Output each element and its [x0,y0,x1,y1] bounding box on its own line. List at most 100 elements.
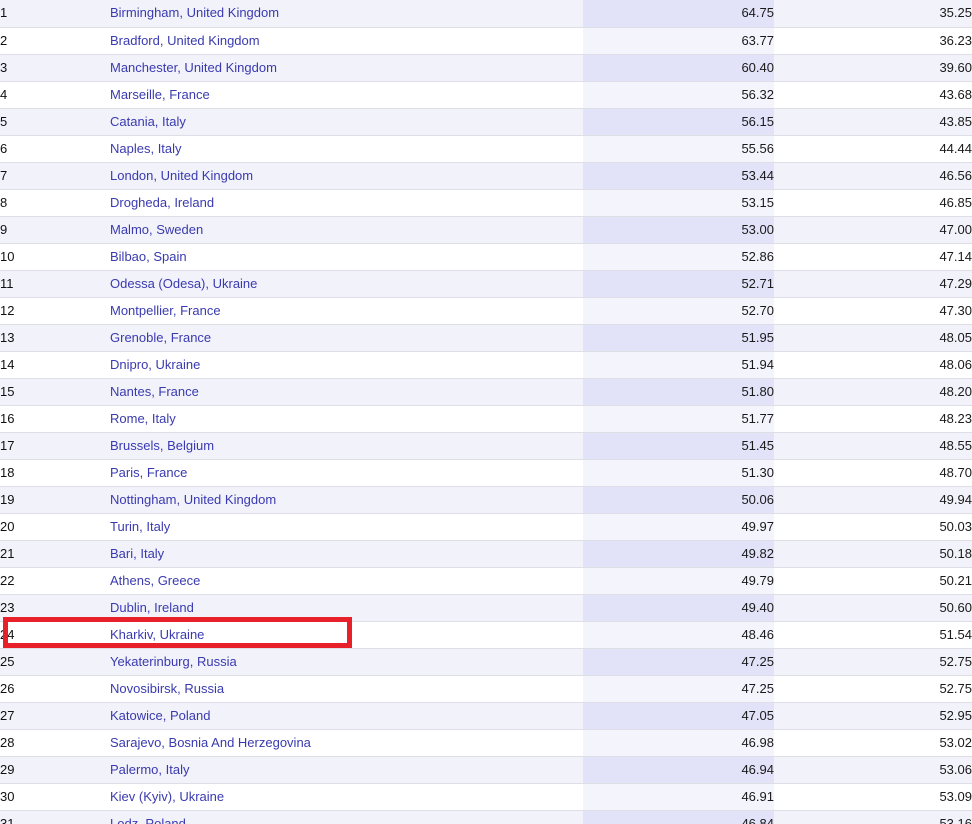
cell-rank: 26 [0,675,110,703]
cell-inverse-value: 48.20 [774,378,972,406]
city-link[interactable]: Palermo, Italy [110,762,189,777]
city-link[interactable]: Kharkiv, Ukraine [110,627,204,642]
city-link[interactable]: Yekaterinburg, Russia [110,654,237,669]
cell-inverse-value: 53.16 [774,810,972,824]
cell-rank: 15 [0,378,110,406]
cell-index-value: 53.00 [583,216,774,244]
cell-rank: 22 [0,567,110,595]
cell-inverse-value: 52.95 [774,702,972,730]
city-link[interactable]: Athens, Greece [110,573,200,588]
cell-rank: 14 [0,351,110,379]
cell-inverse-value: 48.70 [774,459,972,487]
cell-inverse-value: 35.25 [774,0,972,28]
cell-inverse-value: 52.75 [774,675,972,703]
city-link[interactable]: Sarajevo, Bosnia And Herzegovina [110,735,311,750]
table-row: 15 Nantes, France 51.80 48.20 [0,378,972,406]
cell-city: Athens, Greece [110,567,583,595]
cell-city: Novosibirsk, Russia [110,675,583,703]
table-row: 13 Grenoble, France 51.95 48.05 [0,324,972,352]
cell-city: Manchester, United Kingdom [110,54,583,82]
cell-inverse-value: 43.68 [774,81,972,109]
cell-city: Bari, Italy [110,540,583,568]
cell-rank: 8 [0,189,110,217]
cell-index-value: 52.86 [583,243,774,271]
cell-city: Bilbao, Spain [110,243,583,271]
city-link[interactable]: Rome, Italy [110,411,176,426]
city-link[interactable]: Brussels, Belgium [110,438,214,453]
city-link[interactable]: Dnipro, Ukraine [110,357,200,372]
city-link[interactable]: Lodz, Poland [110,816,186,824]
cell-rank: 3 [0,54,110,82]
city-link[interactable]: Katowice, Poland [110,708,210,723]
cell-city: Sarajevo, Bosnia And Herzegovina [110,729,583,757]
cell-city: Katowice, Poland [110,702,583,730]
cell-city: Malmo, Sweden [110,216,583,244]
cell-index-value: 51.95 [583,324,774,352]
city-link[interactable]: Montpellier, France [110,303,221,318]
table-row: 8 Drogheda, Ireland 53.15 46.85 [0,189,972,217]
cell-inverse-value: 47.30 [774,297,972,325]
table-row: 21 Bari, Italy 49.82 50.18 [0,540,972,568]
cell-index-value: 56.32 [583,81,774,109]
table-row: 19 Nottingham, United Kingdom 50.06 49.94 [0,486,972,514]
city-link[interactable]: Bradford, United Kingdom [110,33,260,48]
table-row: 26 Novosibirsk, Russia 47.25 52.75 [0,675,972,703]
city-link[interactable]: Manchester, United Kingdom [110,60,277,75]
table-row: 20 Turin, Italy 49.97 50.03 [0,513,972,541]
city-link[interactable]: Odessa (Odesa), Ukraine [110,276,257,291]
cell-rank: 21 [0,540,110,568]
city-link[interactable]: Bari, Italy [110,546,164,561]
cell-rank: 12 [0,297,110,325]
city-link[interactable]: Paris, France [110,465,187,480]
cell-rank: 9 [0,216,110,244]
city-link[interactable]: Malmo, Sweden [110,222,203,237]
table-row: 22 Athens, Greece 49.79 50.21 [0,567,972,595]
cell-rank: 11 [0,270,110,298]
cell-city: Palermo, Italy [110,756,583,784]
city-link[interactable]: Catania, Italy [110,114,186,129]
city-link[interactable]: Turin, Italy [110,519,170,534]
cell-rank: 27 [0,702,110,730]
cell-index-value: 50.06 [583,486,774,514]
cell-rank: 28 [0,729,110,757]
cell-rank: 10 [0,243,110,271]
cell-index-value: 46.91 [583,783,774,811]
cell-index-value: 55.56 [583,135,774,163]
cell-index-value: 47.05 [583,702,774,730]
cell-rank: 13 [0,324,110,352]
cell-index-value: 56.15 [583,108,774,136]
city-link[interactable]: Bilbao, Spain [110,249,187,264]
city-link[interactable]: Nottingham, United Kingdom [110,492,276,507]
cell-index-value: 46.84 [583,810,774,824]
cell-inverse-value: 46.56 [774,162,972,190]
city-link[interactable]: Grenoble, France [110,330,211,345]
city-link[interactable]: Novosibirsk, Russia [110,681,224,696]
cell-rank: 30 [0,783,110,811]
cell-rank: 16 [0,405,110,433]
table-row: 5 Catania, Italy 56.15 43.85 [0,108,972,136]
table-row: 1 Birmingham, United Kingdom 64.75 35.25 [0,0,972,28]
results-table-container: 1 Birmingham, United Kingdom 64.75 35.25 2 Br… [0,0,972,824]
cell-index-value: 46.94 [583,756,774,784]
table-body: 1 Birmingham, United Kingdom 64.75 35.25 2 Br… [0,0,972,824]
table-row: 14 Dnipro, Ukraine 51.94 48.06 [0,351,972,379]
city-link[interactable]: Birmingham, United Kingdom [110,5,279,20]
cell-inverse-value: 53.06 [774,756,972,784]
cell-index-value: 51.77 [583,405,774,433]
cell-index-value: 47.25 [583,648,774,676]
city-link[interactable]: Drogheda, Ireland [110,195,214,210]
city-link[interactable]: Dublin, Ireland [110,600,194,615]
city-link[interactable]: London, United Kingdom [110,168,253,183]
table-row: 18 Paris, France 51.30 48.70 [0,459,972,487]
cell-index-value: 49.40 [583,594,774,622]
table-row: 25 Yekaterinburg, Russia 47.25 52.75 [0,648,972,676]
city-link[interactable]: Nantes, France [110,384,199,399]
table-row: 4 Marseille, France 56.32 43.68 [0,81,972,109]
city-link[interactable]: Naples, Italy [110,141,182,156]
city-link[interactable]: Kiev (Kyiv), Ukraine [110,789,224,804]
table-row: 23 Dublin, Ireland 49.40 50.60 [0,594,972,622]
cell-inverse-value: 53.02 [774,729,972,757]
city-link[interactable]: Marseille, France [110,87,210,102]
table-row: 10 Bilbao, Spain 52.86 47.14 [0,243,972,271]
cell-inverse-value: 47.14 [774,243,972,271]
